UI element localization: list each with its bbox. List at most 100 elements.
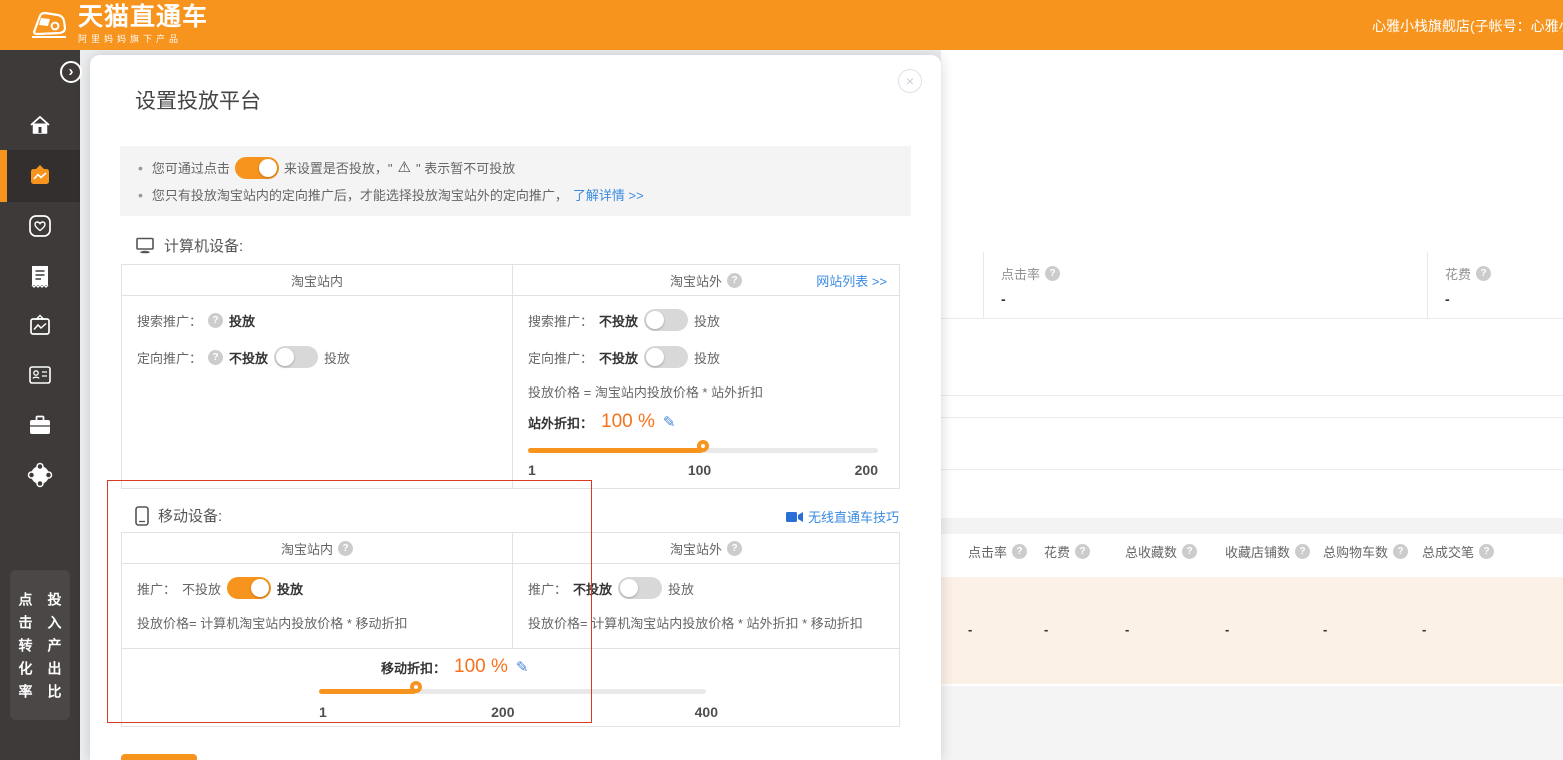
help-icon[interactable]: ? <box>1012 544 1027 559</box>
out-discount-label: 站外折扣： <box>528 413 593 432</box>
help-icon[interactable]: ? <box>1182 544 1197 559</box>
account-name[interactable]: 心雅小栈旗舰店(子帐号：心雅小栈 <box>1372 16 1563 36</box>
modal-title: 设置投放平台 <box>135 85 261 115</box>
website-list-link[interactable]: 网站列表 >> <box>816 271 887 290</box>
sidebar-item-insights[interactable] <box>0 461 80 489</box>
cell-value: - <box>1225 622 1229 637</box>
sidebar-expand-button[interactable]: › <box>60 61 82 83</box>
help-icon[interactable]: ? <box>727 273 742 288</box>
wireless-tips-link[interactable]: 无线直通车技巧 <box>808 507 899 526</box>
mobile-col-taobao-in: 淘宝站内 ? <box>122 533 513 563</box>
computer-in-target-toggle[interactable] <box>274 346 318 368</box>
stat-ctr-label: 点击率 <box>1001 264 1040 283</box>
sidebar-item-favorites[interactable] <box>0 212 80 240</box>
slider-fill <box>528 448 703 453</box>
cell-value: - <box>1044 622 1048 637</box>
section-gap <box>941 518 1563 534</box>
slider-handle[interactable] <box>697 440 709 452</box>
computer-out-target-row: 定向推广： 不投放 投放 <box>528 345 899 369</box>
column-header-shop-favorites: 收藏店铺数? <box>1225 542 1310 561</box>
confirm-button[interactable] <box>121 754 197 760</box>
mobile-in-promo-row: 推广： 不投放 投放 <box>137 576 512 600</box>
divider <box>941 469 1563 470</box>
help-icon[interactable]: ? <box>1393 544 1408 559</box>
mobile-in-price-formula: 投放价格= 计算机淘宝站内投放价格 * 移动折扣 <box>137 613 512 631</box>
set-platform-modal: × 设置投放平台 • 您可通过点击 来设置是否投放，" ⚠ " 表示暂不可投放 … <box>90 55 941 760</box>
phone-icon <box>135 506 149 526</box>
help-icon[interactable]: ? <box>338 541 353 556</box>
slider-scale: 1 100 200 <box>528 462 878 479</box>
computer-out-cell: 搜索推广： 不投放 投放 定向推广： 不投放 投放 投放价格 = 淘宝站内投放价… <box>513 296 899 488</box>
home-icon <box>28 113 52 137</box>
slider-handle[interactable] <box>410 681 422 693</box>
sidebar-item-campaign[interactable] <box>0 162 80 190</box>
edit-icon[interactable]: ✎ <box>516 658 529 676</box>
table-row[interactable] <box>941 577 1563 684</box>
metric-roi-label: 投入产出比 <box>45 592 65 720</box>
help-icon[interactable]: ? <box>1479 544 1494 559</box>
help-icon[interactable]: ? <box>1476 266 1491 281</box>
briefcase-icon <box>27 413 53 437</box>
sidebar-item-contacts[interactable] <box>0 361 80 389</box>
computer-col-taobao-out: 淘宝站外 ? 网站列表 >> <box>513 265 899 295</box>
background-dashboard: 点击率 ? - 花费 ? - 点击率? 花费? 总收藏数? 收藏店铺数? 总购物… <box>941 50 1563 760</box>
help-icon[interactable]: ? <box>727 541 742 556</box>
column-header-cost: 花费? <box>1044 542 1090 561</box>
stat-cost-value: - <box>1445 291 1563 307</box>
learn-more-link[interactable]: 了解详情 >> <box>573 185 644 204</box>
table-footer-area <box>941 686 1563 760</box>
help-icon[interactable]: ? <box>208 350 223 365</box>
computer-out-search-toggle[interactable] <box>644 309 688 331</box>
help-icon[interactable]: ? <box>1295 544 1310 559</box>
video-icon <box>786 511 803 523</box>
mobile-out-price-formula: 投放价格= 计算机淘宝站内投放价格 * 站外折扣 * 移动折扣 <box>528 613 899 631</box>
app-logo[interactable]: 天猫直通车 阿里妈妈旗下产品 <box>28 4 208 45</box>
mobile-in-cell: 推广： 不投放 投放 投放价格= 计算机淘宝站内投放价格 * 移动折扣 <box>122 564 513 648</box>
notice-text-2: 您只有投放淘宝站内的定向推广后，才能选择投放淘宝站外的定向推广， <box>152 185 568 204</box>
notice-text-1a: 您可通过点击 <box>152 158 230 177</box>
sidebar: 点击转化率 投入产出比 <box>0 50 80 760</box>
help-icon[interactable]: ? <box>1075 544 1090 559</box>
help-icon[interactable]: ? <box>208 313 223 328</box>
bullet: • <box>138 160 143 176</box>
column-header-orders: 总成交笔? <box>1422 542 1494 561</box>
mobile-out-promo-toggle[interactable] <box>618 577 662 599</box>
mobile-in-promo-toggle[interactable] <box>227 577 271 599</box>
divider <box>941 318 1563 319</box>
stat-card-cost: 花费 ? - <box>1427 252 1563 318</box>
slider-scale: 1 200 400 <box>319 704 706 721</box>
edit-icon[interactable]: ✎ <box>663 413 676 431</box>
heart-icon <box>27 213 53 239</box>
sidebar-item-report[interactable] <box>0 262 80 290</box>
sidebar-item-home[interactable] <box>0 111 80 139</box>
divider <box>941 417 1563 418</box>
sidebar-item-creative[interactable] <box>0 312 80 340</box>
computer-out-search-row: 搜索推广： 不投放 投放 <box>528 308 899 332</box>
sidebar-metrics-panel[interactable]: 点击转化率 投入产出比 <box>10 570 70 720</box>
computer-in-search-row: 搜索推广： ? 投放 <box>137 308 512 332</box>
column-header-carts: 总购物车数? <box>1323 542 1408 561</box>
app-subtitle: 阿里妈妈旗下产品 <box>78 32 208 45</box>
computer-out-target-toggle[interactable] <box>644 346 688 368</box>
top-header: 天猫直通车 阿里妈妈旗下产品 心雅小栈旗舰店(子帐号：心雅小栈 <box>0 0 1563 50</box>
sidebar-item-tools[interactable] <box>0 411 80 439</box>
stat-card-ctr: 点击率 ? - <box>983 252 1427 318</box>
column-header-favorites: 总收藏数? <box>1125 542 1197 561</box>
notice-text-1b: 来设置是否投放，" <box>284 158 393 177</box>
stat-cost-label: 花费 <box>1445 264 1471 283</box>
mobile-section-title: 移动设备: <box>135 505 222 526</box>
mobile-out-cell: 推广： 不投放 投放 投放价格= 计算机淘宝站内投放价格 * 站外折扣 * 移动… <box>513 564 899 648</box>
close-icon[interactable]: × <box>898 69 922 93</box>
cell-value: - <box>1323 622 1327 637</box>
mobile-table: 淘宝站内 ? 淘宝站外 ? 推广： 不投放 投放 投放价格= 计算机淘宝站内投放… <box>121 532 900 727</box>
slider-fill <box>319 689 416 694</box>
computer-table: 淘宝站内 淘宝站外 ? 网站列表 >> 搜索推广： ? 投放 定向推广： ? 不… <box>121 264 900 489</box>
mobile-discount-slider <box>319 681 706 701</box>
example-toggle[interactable] <box>235 157 279 179</box>
app-title: 天猫直通车 <box>78 4 208 30</box>
warning-icon: ⚠ <box>398 160 411 175</box>
column-header-ctr: 点击率? <box>968 542 1027 561</box>
mobile-discount-value: 100 % <box>454 656 508 678</box>
help-icon[interactable]: ? <box>1045 266 1060 281</box>
out-discount-slider <box>528 440 878 460</box>
